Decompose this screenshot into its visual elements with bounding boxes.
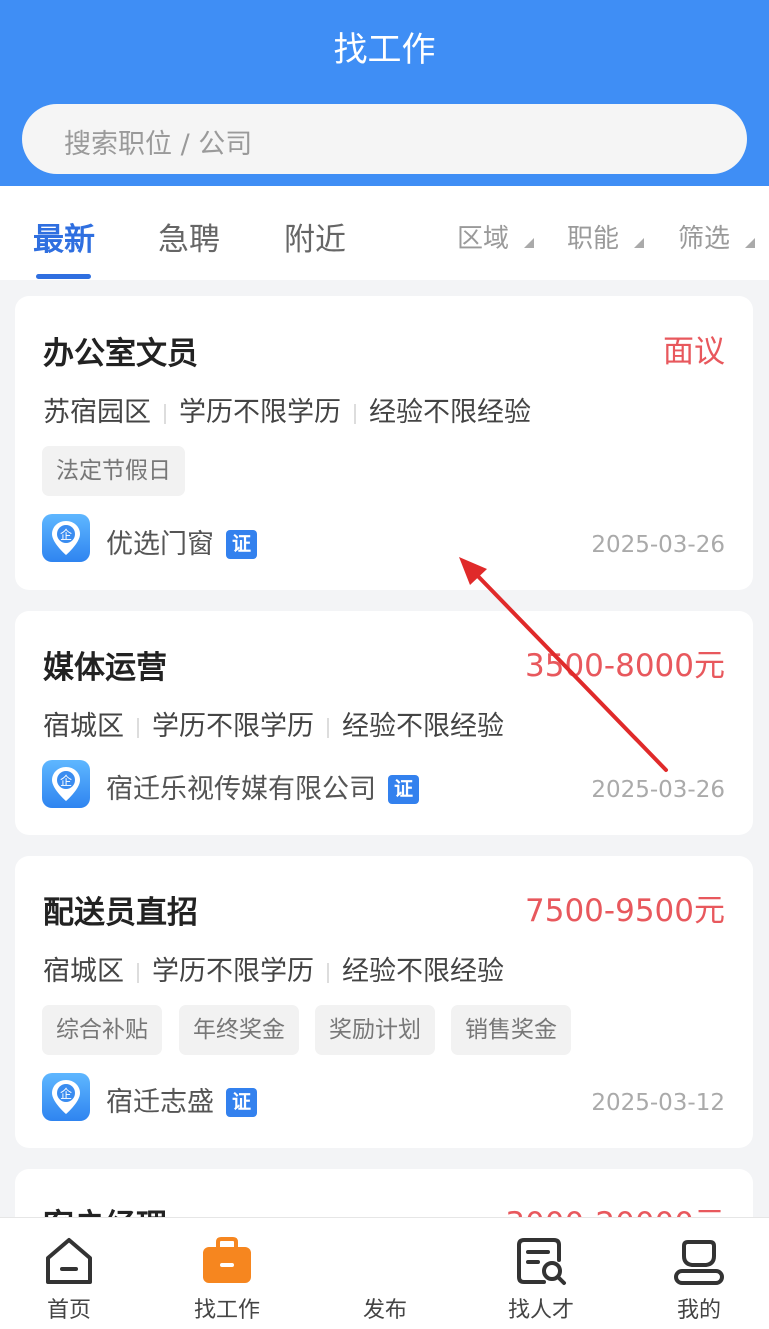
job-card[interactable]: 办公室文员 面议 苏宿园区 学历不限学历 经验不限经验 法定节假日 企 优选门窗证 … [15,296,753,590]
job-experience: 经验不限经验 [342,956,504,987]
header: 找工作 搜索职位 / 公司 [0,0,769,186]
search-placeholder: 搜索职位 / 公司 [64,129,253,160]
find-talent-icon [517,1238,566,1285]
job-tag: 法定节假日 [42,446,185,496]
company-logo-icon: 企 [42,1073,90,1121]
nav-label: 我的 [676,1298,721,1323]
job-education: 学历不限学历 [152,711,314,742]
svg-text:企: 企 [60,527,72,542]
certified-badge: 证 [226,530,257,559]
job-education: 学历不限学历 [179,397,341,428]
caret-down-icon [524,238,534,248]
job-education: 学历不限学历 [152,956,314,987]
job-salary: 3500-8000元 [525,648,725,684]
nav-publish[interactable]: 发布 [330,1218,440,1329]
job-card[interactable]: 配送员直招 7500-9500元 宿城区 学历不限学历 经验不限经验 综合补贴 年终… [15,856,753,1148]
bottom-nav: 首页 找工作 发布 找人才 我的 [0,1217,769,1329]
job-experience: 经验不限经验 [342,711,504,742]
job-salary: 7500-9500元 [525,893,725,929]
job-title: 配送员直招 [43,895,198,931]
nav-find-job[interactable]: 找工作 [172,1218,282,1329]
job-tag: 综合补贴 [42,1005,162,1055]
nav-label: 找工作 [193,1298,260,1323]
filter-more[interactable]: 筛选 [678,218,730,255]
nav-find-talent[interactable]: 找人才 [486,1218,596,1329]
nav-label: 发布 [362,1298,407,1323]
job-title: 办公室文员 [43,336,198,372]
job-salary: 面议 [663,334,725,370]
job-requirements: 宿城区 学历不限学历 经验不限经验 [43,704,504,743]
nav-label: 找人才 [507,1298,574,1323]
job-requirements: 苏宿园区 学历不限学历 经验不限经验 [43,390,531,429]
job-tag: 销售奖金 [451,1005,571,1055]
svg-text:企: 企 [60,773,72,788]
briefcase-icon [203,1237,251,1283]
nav-label: 首页 [46,1298,91,1323]
job-experience: 经验不限经验 [369,397,531,428]
tab-urgent[interactable]: 急聘 [158,214,220,259]
company-name: 宿迁志盛证 [106,1080,257,1119]
tab-nearby[interactable]: 附近 [284,214,346,259]
job-requirements: 宿城区 学历不限学历 经验不限经验 [43,949,504,988]
page-title: 找工作 [333,30,436,70]
post-date: 2025-03-12 [591,1090,725,1116]
home-icon [46,1238,92,1284]
company-name: 优选门窗证 [106,522,257,561]
tab-bar: 最新 急聘 附近 区域 职能 筛选 [0,186,769,280]
post-date: 2025-03-26 [591,777,725,803]
svg-text:企: 企 [60,1086,72,1101]
caret-down-icon [745,238,755,248]
caret-down-icon [634,238,644,248]
company-logo-icon: 企 [42,514,90,562]
company-name: 宿迁乐视传媒有限公司证 [106,767,419,806]
nav-home[interactable]: 首页 [14,1218,124,1329]
profile-icon [674,1240,724,1285]
nav-profile[interactable]: 我的 [644,1218,754,1329]
filter-area[interactable]: 区域 [457,218,509,255]
job-area: 宿城区 [43,956,124,987]
company-logo-icon: 企 [42,760,90,808]
tab-active-indicator [36,274,91,279]
filter-function[interactable]: 职能 [567,218,619,255]
job-area: 宿城区 [43,711,124,742]
tab-latest[interactable]: 最新 [33,214,95,259]
certified-badge: 证 [226,1088,257,1117]
search-input[interactable]: 搜索职位 / 公司 [22,104,747,174]
job-tag: 年终奖金 [179,1005,299,1055]
certified-badge: 证 [388,775,419,804]
job-tag: 奖励计划 [315,1005,435,1055]
post-date: 2025-03-26 [591,532,725,558]
job-title: 媒体运营 [43,650,167,686]
job-card[interactable]: 媒体运营 3500-8000元 宿城区 学历不限学历 经验不限经验 企 宿迁乐视传媒… [15,611,753,835]
job-area: 苏宿园区 [43,397,151,428]
